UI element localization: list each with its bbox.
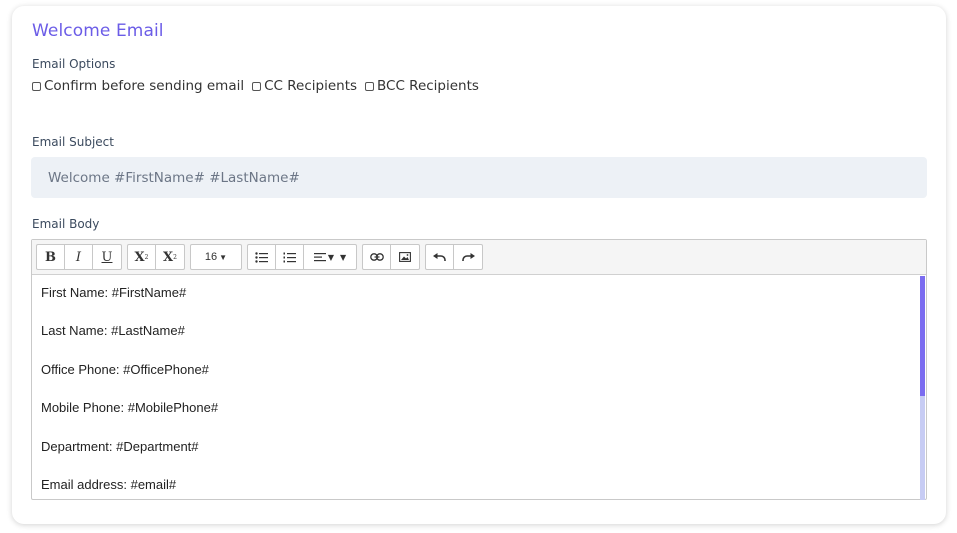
superscript-x: X <box>134 249 145 265</box>
font-size-group: 16 ▼ <box>190 244 242 270</box>
bcc-recipients-option[interactable]: BCC Recipients <box>365 78 479 94</box>
email-subject-label: Email Subject <box>32 135 114 149</box>
subscript-x: X <box>163 249 174 265</box>
cc-recipients-label: CC Recipients <box>264 78 358 94</box>
subscript-mark: 2 <box>173 253 177 261</box>
font-size-dropdown[interactable]: 16 ▼ <box>191 245 241 269</box>
email-options-label: Email Options <box>32 57 116 71</box>
align-left-icon <box>313 253 326 262</box>
scrollbar-thumb[interactable] <box>920 276 925 396</box>
confirm-before-sending-checkbox[interactable] <box>32 81 41 91</box>
body-line: Department: #Department# <box>41 438 199 454</box>
insert-link-button[interactable] <box>363 245 391 269</box>
cc-recipients-option[interactable]: CC Recipients <box>252 78 357 94</box>
rich-text-editor: B I U X2 X2 16 ▼ ▼ ▼ First Name: #FirstN… <box>31 239 927 500</box>
body-line: Email address: #email# <box>41 476 177 492</box>
confirm-before-sending-option[interactable]: Confirm before sending email <box>32 78 244 94</box>
bcc-recipients-label: BCC Recipients <box>377 78 479 94</box>
underline-button[interactable]: U <box>93 245 121 269</box>
page-title: Welcome Email <box>32 21 164 41</box>
align-dropdown[interactable]: ▼ ▼ <box>304 245 356 269</box>
undo-button[interactable] <box>426 245 454 269</box>
email-options-group: Confirm before sending email CC Recipien… <box>32 78 487 94</box>
editor-content[interactable]: First Name: #FirstName# Last Name: #Last… <box>32 275 926 499</box>
font-size-value: 16 <box>204 251 218 263</box>
script-group: X2 X2 <box>127 244 185 270</box>
chevron-down-icon: ▼ <box>219 252 228 262</box>
bold-button[interactable]: B <box>37 245 65 269</box>
chevron-down-icon: ▼ <box>327 252 334 262</box>
italic-button[interactable]: I <box>65 245 93 269</box>
redo-icon <box>461 252 475 261</box>
body-line: Mobile Phone: #MobilePhone# <box>41 400 219 416</box>
cc-recipients-checkbox[interactable] <box>252 81 262 91</box>
list-align-group: ▼ ▼ <box>247 244 357 270</box>
history-group <box>425 244 483 270</box>
editor-toolbar: B I U X2 X2 16 ▼ ▼ ▼ <box>32 240 926 275</box>
redo-button[interactable] <box>454 245 482 269</box>
body-line: Office Phone: #OfficePhone# <box>41 361 209 377</box>
link-icon <box>369 253 384 261</box>
email-subject-input[interactable]: Welcome #FirstName# #LastName# <box>31 157 927 198</box>
bcc-recipients-checkbox[interactable] <box>365 81 375 91</box>
bullet-list-button[interactable] <box>248 245 276 269</box>
body-line: Last Name: #LastName# <box>41 323 185 339</box>
email-body-label: Email Body <box>32 217 100 231</box>
welcome-email-card: Welcome Email Email Options Confirm befo… <box>12 6 946 524</box>
subscript-button[interactable]: X2 <box>156 245 184 269</box>
body-line: First Name: #FirstName# <box>41 285 187 300</box>
superscript-button[interactable]: X2 <box>128 245 156 269</box>
insert-group <box>362 244 420 270</box>
numbered-list-button[interactable] <box>276 245 304 269</box>
confirm-before-sending-label: Confirm before sending email <box>44 78 245 94</box>
numbered-list-icon <box>283 252 296 262</box>
superscript-mark: 2 <box>144 253 149 261</box>
image-icon <box>399 252 411 262</box>
insert-image-button[interactable] <box>391 245 419 269</box>
bullet-list-icon <box>255 251 268 263</box>
undo-icon <box>433 252 446 261</box>
format-group: B I U <box>36 244 122 270</box>
chevron-down-icon: ▼ <box>340 252 347 262</box>
email-subject-value: Welcome #FirstName# #LastName# <box>48 169 300 186</box>
